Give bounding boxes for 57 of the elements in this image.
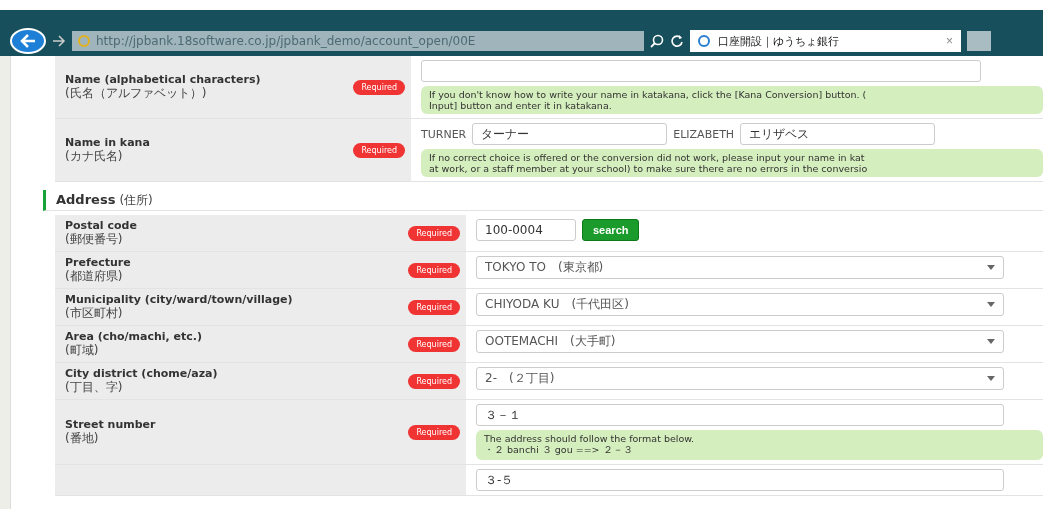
text-input[interactable]: ターナー bbox=[472, 123, 668, 145]
required-badge: Required bbox=[408, 262, 460, 278]
dropdown[interactable]: TOKYO TO (東京都) bbox=[476, 256, 1004, 279]
field-sublabel: (都道府県) bbox=[65, 269, 124, 284]
required-badge: Required bbox=[408, 336, 460, 352]
required-badge: Required bbox=[408, 299, 460, 315]
text-input[interactable]: ３-５ bbox=[476, 469, 1004, 491]
search-button[interactable]: search bbox=[582, 219, 640, 241]
section-title: Address bbox=[56, 192, 116, 207]
arrow-right-icon bbox=[52, 35, 66, 47]
field-sublabel: (カナ氏名) bbox=[65, 149, 124, 164]
text-input[interactable]: エリザベス bbox=[740, 123, 936, 145]
name-prefix: ELIZABETH bbox=[673, 127, 735, 141]
required-badge: Required bbox=[353, 142, 405, 158]
refresh-icon[interactable] bbox=[670, 34, 684, 48]
required-badge: Required bbox=[408, 424, 460, 440]
field-sublabel: (町域) bbox=[65, 343, 100, 358]
browser-icon bbox=[78, 35, 90, 47]
text-input[interactable]: 100-0004 bbox=[476, 219, 576, 241]
name-prefix: TURNER bbox=[421, 127, 467, 141]
required-badge: Required bbox=[353, 79, 405, 95]
field-sublabel: (氏名（アルファベット）) bbox=[65, 86, 208, 101]
close-button[interactable]: × bbox=[946, 34, 953, 48]
field-label: Street number bbox=[65, 418, 157, 431]
field-label: City district (chome/aza) bbox=[65, 367, 219, 380]
section-subtitle: (住所) bbox=[119, 193, 153, 208]
caret-icon bbox=[987, 265, 995, 270]
caret-icon bbox=[987, 339, 995, 344]
help-note: The address should follow the format below. ・２ banchi ３ gou ==> ２－３ bbox=[476, 430, 1043, 460]
text-input[interactable]: ３－１ bbox=[476, 404, 1004, 426]
required-badge: Required bbox=[408, 373, 460, 389]
field-sublabel: (番地) bbox=[65, 431, 100, 446]
field-label: Municipality (city/ward/town/village) bbox=[65, 293, 294, 306]
caret-icon bbox=[987, 376, 995, 381]
field-label: Name in kana bbox=[65, 136, 151, 149]
required-badge: Required bbox=[408, 225, 460, 241]
dropdown[interactable]: 2- (２丁目) bbox=[476, 367, 1004, 390]
tab-title: 口座開設｜ゆうちょ銀行 bbox=[718, 33, 839, 49]
dropdown[interactable]: CHIYODA KU (千代田区) bbox=[476, 293, 1004, 316]
arrow-left-icon bbox=[20, 34, 36, 48]
forward-button[interactable] bbox=[52, 35, 66, 47]
help-note: If no correct choice is offered or the conversion did not work, please input your name in kat at work, or a staff member at your school) to make sure there are no errors in the conversio bbox=[421, 149, 1043, 177]
browser-tab[interactable]: 口座開設｜ゆうちょ銀行 × bbox=[690, 30, 961, 52]
field-sublabel: (市区町村) bbox=[65, 306, 124, 321]
field-label: Prefecture bbox=[65, 256, 132, 269]
search-icon[interactable] bbox=[650, 34, 664, 48]
back-button[interactable] bbox=[10, 28, 46, 54]
url-text: http://jpbank.18software.co.jp/jpbank_demo/account_open/00E bbox=[96, 34, 476, 48]
field-label: Name (alphabetical characters) bbox=[65, 73, 262, 86]
caret-icon bbox=[987, 302, 995, 307]
field-sublabel: (郵便番号) bbox=[65, 232, 124, 247]
help-note: If you don't know how to write your name in katakana, click the [Kana Conversion] button. ( Input] button and enter it in katakana. bbox=[421, 86, 1043, 114]
field-sublabel: (丁目、字) bbox=[65, 380, 124, 395]
field-label: Postal code bbox=[65, 219, 138, 232]
field-label: Area (cho/machi, etc.) bbox=[65, 330, 204, 343]
browser-icon bbox=[698, 35, 710, 47]
dropdown[interactable]: OOTEMACHI (大手町) bbox=[476, 330, 1004, 353]
